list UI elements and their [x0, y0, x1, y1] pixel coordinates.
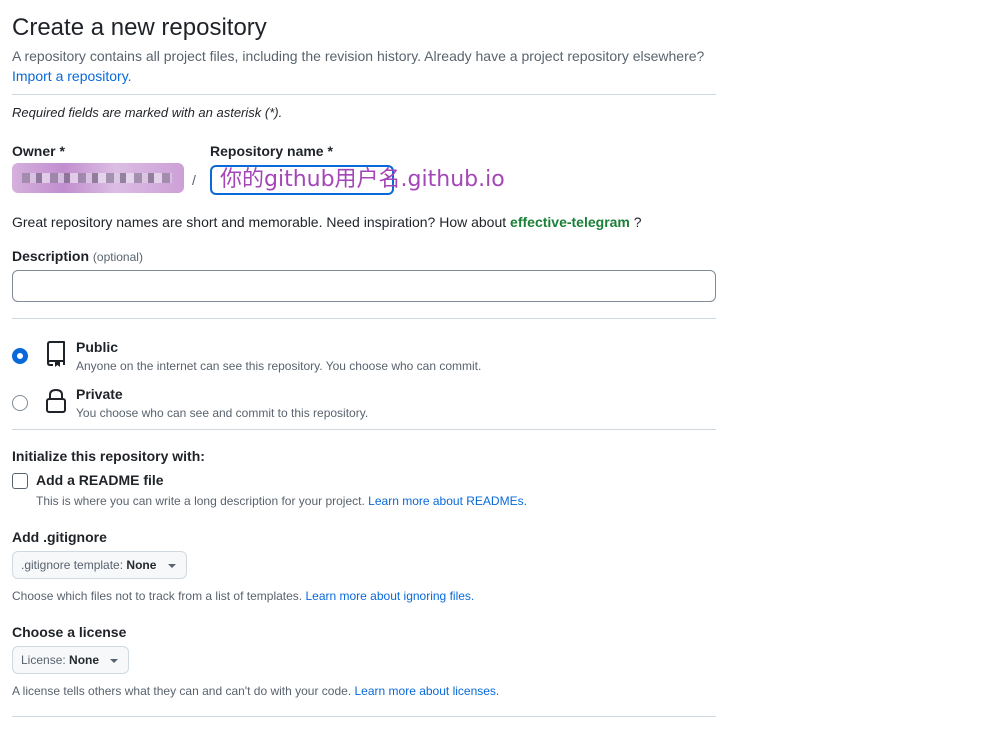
public-radio[interactable]: [12, 348, 28, 364]
name-hint-end: ?: [633, 214, 642, 230]
caret-down-icon: [167, 563, 176, 568]
repo-icon: [44, 341, 68, 367]
owner-label: Owner *: [12, 143, 65, 159]
repository-name-label: Repository name *: [210, 143, 333, 159]
gitignore-label: Add .gitignore: [12, 529, 107, 545]
initialize-heading: Initialize this repository with:: [12, 448, 205, 464]
divider: [12, 716, 716, 717]
required-fields-note: Required fields are marked with an aster…: [12, 105, 283, 120]
readme-label[interactable]: Add a README file: [36, 472, 164, 488]
divider: [12, 94, 716, 95]
private-option-subtitle: You choose who can see and commit to thi…: [76, 406, 369, 420]
repository-name-input[interactable]: 你的github用户名.github.io: [210, 165, 505, 195]
readme-help-text: This is where you can write a long descr…: [36, 494, 365, 508]
gitignore-dropdown-prefix: .gitignore template:: [21, 558, 124, 572]
name-hint-text: Great repository names are short and mem…: [12, 214, 507, 230]
description-input[interactable]: [12, 270, 716, 302]
gitignore-help: Choose which files not to track from a l…: [12, 589, 474, 603]
name-hint: Great repository names are short and mem…: [12, 212, 642, 232]
gitignore-help-text: Choose which files not to track from a l…: [12, 589, 303, 603]
suggested-name-link[interactable]: effective-telegram: [510, 214, 630, 230]
public-option-title: Public: [76, 339, 119, 355]
gitignore-dropdown[interactable]: .gitignore template: None: [12, 551, 187, 579]
private-option-title: Private: [76, 386, 123, 402]
import-repository-link[interactable]: Import a repository.: [12, 68, 132, 84]
gitignore-dropdown-value: None: [126, 558, 157, 572]
license-help: A license tells others what they can and…: [12, 684, 499, 698]
license-dropdown[interactable]: License: None: [12, 646, 130, 674]
caret-down-icon: [110, 658, 119, 663]
divider: [12, 318, 716, 319]
optional-tag: (optional): [92, 250, 143, 264]
lock-icon: [44, 388, 68, 414]
page-intro: A repository contains all project files,…: [12, 46, 732, 86]
description-label: Description (optional): [12, 248, 143, 264]
readme-checkbox[interactable]: [12, 473, 28, 489]
public-option-subtitle: Anyone on the internet can see this repo…: [76, 359, 482, 373]
license-dropdown-prefix: License:: [21, 653, 66, 667]
owner-repo-separator: /: [192, 172, 196, 188]
divider: [12, 429, 716, 430]
page-title: Create a new repository: [12, 14, 267, 41]
description-label-text: Description: [12, 248, 90, 264]
intro-text: A repository contains all project files,…: [12, 48, 705, 64]
license-dropdown-value: None: [69, 653, 100, 667]
license-label: Choose a license: [12, 624, 127, 640]
private-radio[interactable]: [12, 395, 28, 411]
owner-select[interactable]: [12, 163, 184, 193]
learn-more-licenses-link[interactable]: Learn more about licenses.: [355, 684, 500, 698]
readme-help: This is where you can write a long descr…: [36, 494, 527, 508]
learn-more-readmes-link[interactable]: Learn more about READMEs.: [368, 494, 527, 508]
license-help-text: A license tells others what they can and…: [12, 684, 352, 698]
learn-more-ignoring-files-link[interactable]: Learn more about ignoring files.: [305, 589, 474, 603]
